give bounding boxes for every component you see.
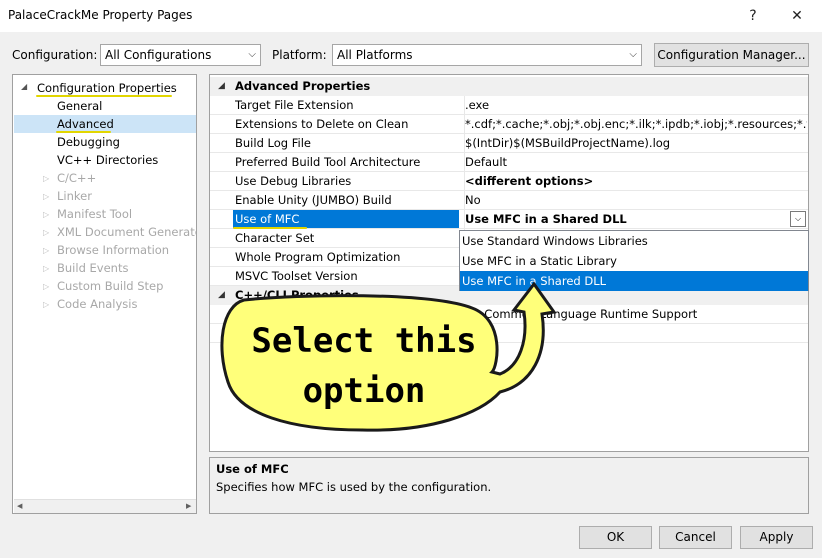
chevron-down-icon: ⌵ [629,49,637,60]
expand-triangle-icon[interactable]: ▷ [43,282,49,291]
collapse-triangle-icon[interactable]: ◢ [218,77,225,96]
tree-item-code-analysis[interactable]: Code Analysis [57,295,137,313]
tree-item-manifest-tool[interactable]: Manifest Tool [57,205,132,223]
expand-triangle-icon[interactable]: ▷ [43,210,49,219]
expand-triangle-icon[interactable]: ▷ [43,264,49,273]
tree-item-xml-document-generator[interactable]: XML Document Generator [57,223,196,241]
cancel-button[interactable]: Cancel [659,526,732,549]
configuration-manager-button[interactable]: Configuration Manager... [654,43,809,67]
scroll-right-icon[interactable]: ▶ [186,502,191,510]
dropdown-option[interactable]: Use MFC in a Static Library [460,251,808,271]
property-tree: ◢ Configuration Properties General Advan… [12,74,197,514]
tree-horizontal-scrollbar[interactable]: ◀ ▶ [14,499,196,513]
apply-button[interactable]: Apply [740,526,813,549]
use-of-mfc-value[interactable]: Use MFC in a Shared DLL [464,210,807,228]
expand-triangle-icon[interactable]: ▷ [43,246,49,255]
tree-item-linker[interactable]: Linker [57,187,92,205]
ok-button[interactable]: OK [579,526,652,549]
mfc-dropdown-list[interactable]: Use Standard Windows Libraries Use MFC i… [459,230,809,291]
title-bar: PalaceCrackMe Property Pages ? ✕ [0,0,822,32]
scroll-left-icon[interactable]: ◀ [17,502,22,510]
platform-label: Platform: [272,48,327,62]
help-icon[interactable]: ? [738,4,768,28]
expand-triangle-icon[interactable]: ▷ [43,192,49,201]
platform-value: All Platforms [337,48,413,62]
description-text: Specifies how MFC is used by the configu… [216,480,492,494]
description-title: Use of MFC [216,462,289,476]
configuration-select[interactable]: All Configurations ⌵ [100,44,261,66]
expand-triangle-icon[interactable]: ◢ [21,82,27,91]
tree-item-browse-information[interactable]: Browse Information [57,241,169,259]
tree-item-debugging[interactable]: Debugging [57,133,120,151]
close-icon[interactable]: ✕ [782,4,812,28]
expand-triangle-icon[interactable]: ▷ [43,174,49,183]
chevron-down-icon: ⌵ [248,49,256,60]
property-row[interactable]: Enable Unity (JUMBO) Build No [210,191,808,210]
property-row[interactable]: Build Log File $(IntDir)$(MSBuildProject… [210,134,808,153]
tree-item-build-events[interactable]: Build Events [57,259,128,277]
chevron-down-icon[interactable]: ⌵ [790,211,806,227]
property-row[interactable]: Use Debug Libraries <different options> [210,172,808,191]
dropdown-option[interactable]: Use Standard Windows Libraries [460,231,808,251]
tree-item-c-cpp[interactable]: C/C++ [57,169,96,187]
description-panel: Use of MFC Specifies how MFC is used by … [209,457,809,514]
expand-triangle-icon[interactable]: ▷ [43,300,49,309]
property-row[interactable]: Extensions to Delete on Clean *.cdf;*.ca… [210,115,808,134]
dropdown-option-selected[interactable]: Use MFC in a Shared DLL [460,271,808,291]
collapse-triangle-icon[interactable]: ◢ [218,286,225,305]
window-title: PalaceCrackMe Property Pages [8,8,193,22]
configuration-label: Configuration: [12,48,98,62]
tree-item-custom-build-step[interactable]: Custom Build Step [57,277,163,295]
platform-select[interactable]: All Platforms ⌵ [332,44,642,66]
tree-item-vc-directories[interactable]: VC++ Directories [57,151,158,169]
property-row[interactable] [210,324,808,343]
property-row[interactable]: Common Language Runtime Support No Commo… [210,305,808,324]
configuration-value: All Configurations [105,48,212,62]
property-row[interactable]: Target File Extension .exe [210,96,808,115]
property-row[interactable]: Preferred Build Tool Architecture Defaul… [210,153,808,172]
tree-item-general[interactable]: General [57,97,102,115]
use-of-mfc-name: Use of MFC [233,210,459,228]
expand-triangle-icon[interactable]: ▷ [43,228,49,237]
category-advanced-properties[interactable]: ◢ Advanced Properties [210,77,808,96]
